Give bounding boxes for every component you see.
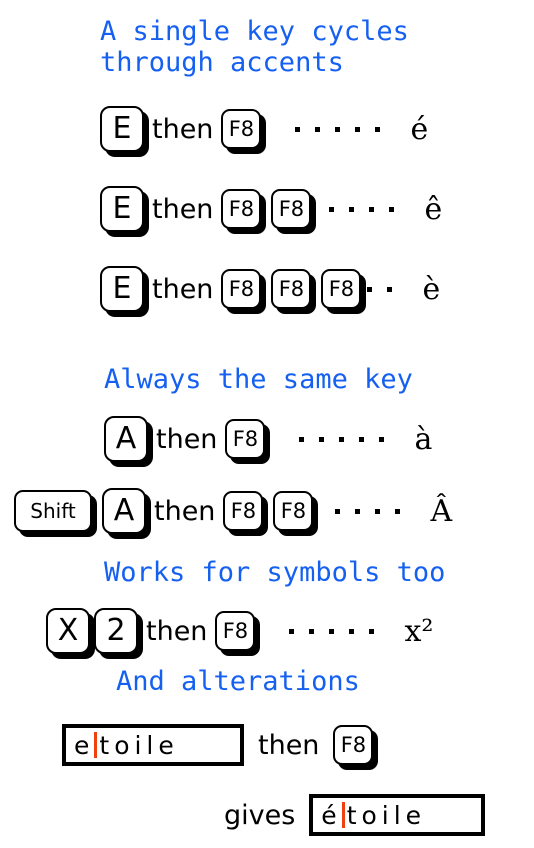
result-glyph: à: [414, 421, 433, 457]
section-heading-same-key: Always the same key: [104, 364, 413, 395]
key-label: F8: [228, 116, 255, 141]
key-label: F8: [228, 196, 255, 221]
connector-then: then: [152, 193, 214, 225]
key-label: A: [115, 421, 137, 456]
key-2[interactable]: 2: [94, 608, 138, 654]
row-x-2-f8: X 2 then F8 x²: [46, 598, 433, 664]
key-f8[interactable]: F8: [271, 189, 312, 229]
key-f8[interactable]: F8: [221, 189, 262, 229]
output-text-after-caret: toile: [346, 800, 427, 830]
row-e-f8-3: E then F8 F8 F8 è: [100, 256, 440, 322]
key-f8[interactable]: F8: [215, 611, 256, 651]
key-label: A: [113, 493, 135, 528]
key-label: F8: [280, 498, 307, 523]
connector-gives: gives: [224, 799, 296, 831]
connector-then: then: [258, 729, 320, 761]
dotted-leader: [289, 628, 375, 634]
connector-then: then: [152, 113, 214, 145]
key-f8[interactable]: F8: [223, 491, 264, 531]
key-label: F8: [222, 618, 249, 643]
key-label: E: [112, 111, 132, 146]
key-label: F8: [230, 498, 257, 523]
row-e-f8-1: E then F8 é: [100, 96, 428, 162]
row-a-f8-1: A then F8 à: [104, 406, 432, 472]
text-caret: [94, 732, 98, 758]
result-glyph: x²: [404, 613, 434, 649]
key-label: X: [57, 613, 79, 648]
key-f8[interactable]: F8: [273, 491, 314, 531]
key-x[interactable]: X: [46, 608, 90, 654]
key-label: Shift: [30, 499, 76, 523]
key-shift[interactable]: Shift: [14, 490, 92, 532]
key-f8[interactable]: F8: [333, 725, 374, 765]
key-label: F8: [328, 276, 355, 301]
key-label: F8: [232, 426, 259, 451]
output-text-before-caret: é: [321, 800, 342, 830]
key-label: 2: [106, 613, 126, 648]
connector-then: then: [152, 273, 214, 305]
dotted-leader: [367, 286, 393, 292]
key-a[interactable]: A: [104, 416, 148, 462]
result-glyph: ê: [424, 191, 443, 227]
dotted-leader: [335, 508, 401, 514]
dotted-leader: [295, 126, 381, 132]
row-e-f8-2: E then F8 F8 ê: [100, 176, 442, 242]
key-label: F8: [228, 276, 255, 301]
section-heading-alterations: And alterations: [116, 666, 360, 697]
input-text-after-caret: toile: [99, 730, 179, 760]
text-output-etoile[interactable]: é toile: [309, 794, 486, 836]
key-a[interactable]: A: [102, 488, 146, 534]
connector-then: then: [146, 615, 208, 647]
connector-then: then: [154, 495, 216, 527]
key-label: F8: [278, 276, 305, 301]
key-f8[interactable]: F8: [221, 269, 262, 309]
text-caret: [341, 802, 345, 828]
key-label: F8: [340, 732, 367, 757]
dotted-leader: [329, 206, 395, 212]
key-e[interactable]: E: [100, 106, 144, 152]
key-label: E: [112, 271, 132, 306]
key-f8[interactable]: F8: [321, 269, 362, 309]
keyboard-accents-infographic: A single key cycles through accents E th…: [0, 0, 534, 842]
key-f8[interactable]: F8: [221, 109, 262, 149]
row-alteration-input: e toile then F8: [62, 712, 374, 778]
dotted-leader: [299, 436, 385, 442]
key-label: F8: [278, 196, 305, 221]
key-label: E: [112, 191, 132, 226]
result-glyph: é: [410, 111, 429, 147]
section-heading-symbols: Works for symbols too: [104, 557, 446, 588]
result-glyph: è: [422, 271, 441, 307]
key-f8[interactable]: F8: [225, 419, 266, 459]
key-f8[interactable]: F8: [271, 269, 312, 309]
text-input-etoile[interactable]: e toile: [62, 724, 244, 766]
row-shift-a-f8-2: Shift A then F8 F8 Â: [14, 478, 452, 544]
section-heading-accents: A single key cycles through accents: [100, 16, 409, 78]
result-glyph: Â: [430, 493, 453, 529]
input-text-before-caret: e: [74, 730, 95, 760]
key-e[interactable]: E: [100, 266, 144, 312]
key-e[interactable]: E: [100, 186, 144, 232]
connector-then: then: [156, 423, 218, 455]
row-alteration-output: gives é toile: [224, 782, 486, 848]
